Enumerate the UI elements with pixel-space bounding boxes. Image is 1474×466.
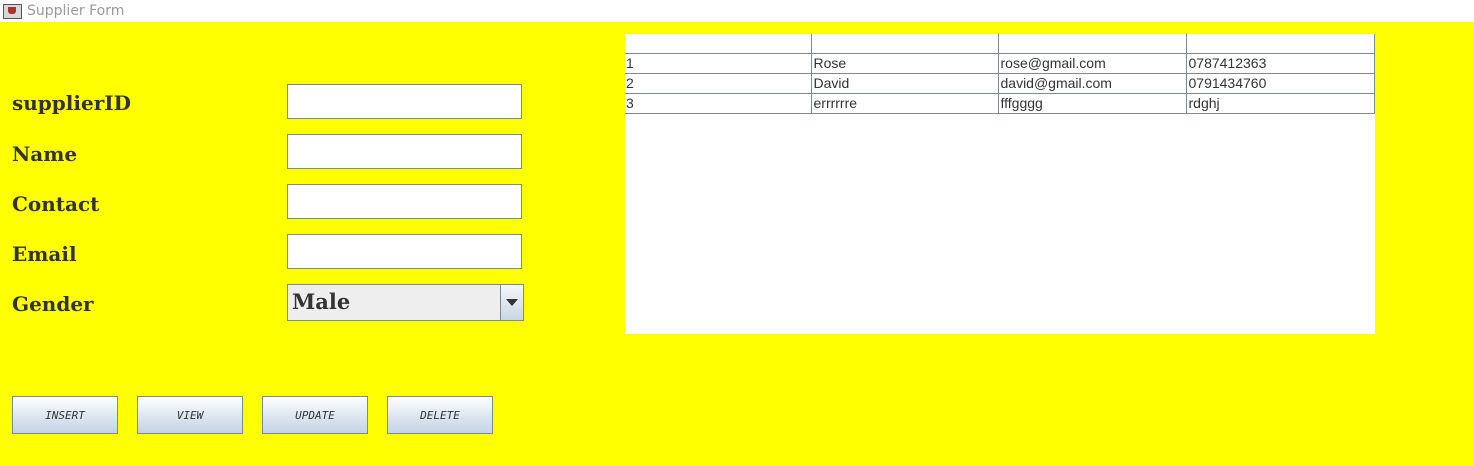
window-title: Supplier Form	[27, 3, 125, 19]
chevron-down-icon	[506, 299, 518, 306]
table-cell[interactable]: 0791434760	[1185, 73, 1375, 94]
table-cell[interactable]: david@gmail.com	[997, 73, 1187, 94]
name-input[interactable]	[288, 135, 521, 168]
table-row[interactable]: 2 David david@gmail.com 0791434760	[625, 73, 1375, 94]
supplier-id-label: supplierID	[12, 91, 131, 115]
name-field-box	[287, 134, 522, 169]
title-bar: Supplier Form	[0, 0, 1474, 22]
email-label: Email	[12, 242, 77, 266]
java-cup-icon	[3, 3, 22, 19]
view-button[interactable]: VIEW	[137, 396, 243, 434]
contact-input[interactable]	[288, 185, 521, 218]
contact-field-box	[287, 184, 522, 219]
supplier-table-panel[interactable]: 1 Rose rose@gmail.com 0787412363 2 David…	[625, 34, 1375, 334]
table-cell[interactable]: 0787412363	[1185, 53, 1375, 74]
table-cell[interactable]: Rose	[810, 53, 999, 74]
column-header[interactable]	[625, 34, 812, 54]
table-cell[interactable]: rdghj	[1185, 93, 1375, 114]
insert-button[interactable]: INSERT	[12, 396, 118, 434]
email-input[interactable]	[288, 235, 521, 268]
name-label: Name	[12, 142, 78, 166]
table-cell[interactable]: errrrrre	[810, 93, 999, 114]
table-row[interactable]: 3 errrrrre fffgggg rdghj	[625, 93, 1375, 114]
gender-label: Gender	[12, 292, 94, 316]
delete-button[interactable]: DELETE	[387, 396, 493, 434]
table-cell[interactable]: 1	[625, 53, 812, 74]
column-header[interactable]	[1185, 34, 1375, 54]
gender-selected-value: Male	[292, 289, 351, 314]
table-cell[interactable]: David	[810, 73, 999, 94]
supplier-table[interactable]: 1 Rose rose@gmail.com 0787412363 2 David…	[625, 34, 1375, 114]
table-cell[interactable]: rose@gmail.com	[997, 53, 1187, 74]
table-cell[interactable]: 3	[625, 93, 812, 114]
table-row[interactable]: 1 Rose rose@gmail.com 0787412363	[625, 53, 1375, 74]
table-header-row	[625, 34, 1375, 54]
gender-select[interactable]: Male	[287, 284, 524, 321]
update-button[interactable]: UPDATE	[262, 396, 368, 434]
dropdown-arrow-button[interactable]	[500, 285, 523, 320]
contact-label: Contact	[12, 192, 100, 216]
table-cell[interactable]: fffgggg	[997, 93, 1187, 114]
column-header[interactable]	[810, 34, 999, 54]
supplier-id-field-box	[287, 84, 522, 119]
column-header[interactable]	[997, 34, 1187, 54]
email-field-box	[287, 234, 522, 269]
supplier-id-input[interactable]	[288, 85, 521, 118]
table-cell[interactable]: 2	[625, 73, 812, 94]
